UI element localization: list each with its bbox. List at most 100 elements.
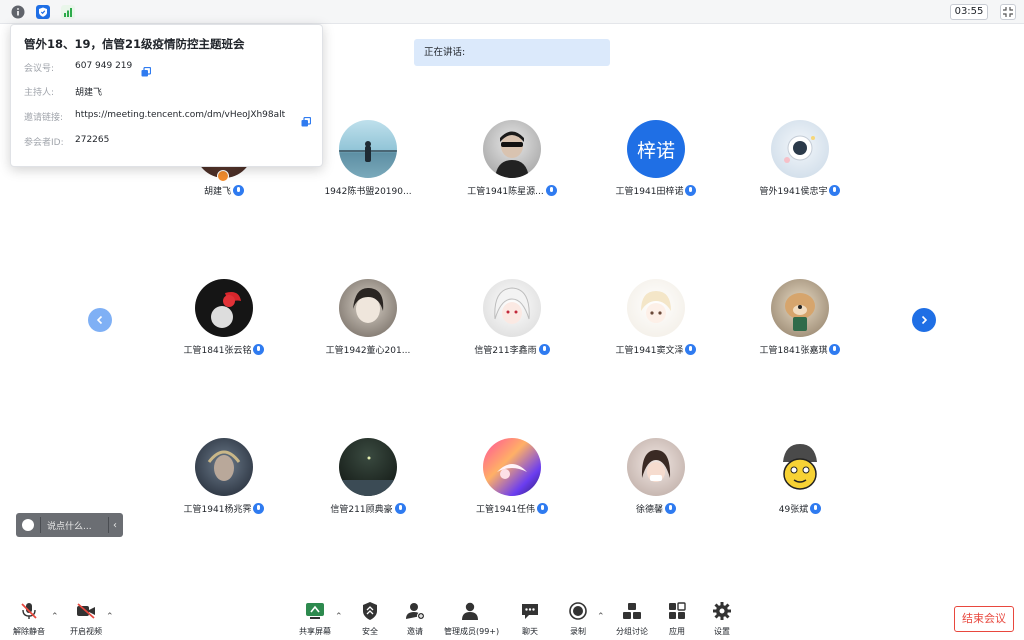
meeting-id-label: 会议号: [24, 64, 55, 74]
avatar [771, 279, 829, 337]
start-video-button[interactable]: 开启视频 [60, 602, 112, 638]
mic-icon [810, 503, 822, 514]
share-screen-button[interactable]: 共享屏幕 [289, 602, 341, 638]
meeting-title: 管外18、19，信管21级疫情防控主题班会 [24, 37, 245, 51]
participant-tile[interactable]: 管外1941侯忠宇 [735, 120, 865, 210]
signal-icon[interactable] [60, 4, 76, 20]
mic-icon [394, 503, 406, 514]
avatar [483, 279, 541, 337]
mic-icon [829, 185, 841, 196]
meeting-window: 03:55 管外18、19，信管21级疫情防控主题班会 会议号: 607 949… [0, 0, 1024, 640]
participant-tile[interactable]: 工管1942董心201... [303, 279, 433, 369]
emoji-icon[interactable] [22, 519, 34, 531]
fullscreen-exit-icon[interactable] [1000, 4, 1016, 20]
participant-tile[interactable]: 信管211李鑫雨 [447, 279, 577, 369]
shield-icon [363, 602, 377, 620]
manage-members-label: 管理成员(99+) [444, 627, 500, 636]
shield-icon[interactable] [35, 4, 51, 20]
video-options-caret[interactable]: ⌃ [106, 612, 114, 622]
participant-name: 管外1941侯忠宇 [735, 184, 865, 197]
meeting-timer: 03:55 [950, 4, 988, 20]
mic-icon [538, 344, 550, 355]
invite-link-value[interactable]: https://meeting.tencent.com/dm/vHeoJXh98… [75, 110, 285, 120]
chat-placeholder[interactable]: 说点什么... [47, 519, 102, 532]
participant-name: 1942陈书盟20190... [324, 187, 412, 197]
copy-link-icon[interactable] [301, 112, 312, 127]
participant-id-label: 参会者ID: [24, 138, 64, 148]
participant-name: 49张斌 [735, 502, 865, 515]
host-value: 胡建飞 [75, 88, 103, 98]
participant-tile[interactable]: 工管1841张嘉琪 [735, 279, 865, 369]
copy-icon[interactable] [141, 62, 152, 77]
divider [108, 517, 109, 533]
next-page-button[interactable] [912, 308, 936, 332]
share-screen-icon [306, 603, 324, 619]
avatar [771, 438, 829, 496]
chat-quick-input[interactable]: 说点什么... ‹ [16, 513, 123, 537]
mic-muted-icon [21, 603, 37, 619]
avatar [627, 438, 685, 496]
settings-button[interactable]: 设置 [696, 602, 748, 638]
avatar [483, 438, 541, 496]
start-video-label: 开启视频 [70, 627, 102, 636]
avatar [339, 279, 397, 337]
chat-icon [522, 604, 538, 619]
avatar [627, 279, 685, 337]
avatar [339, 438, 397, 496]
participant-name: 工管1941杨兆霁 [159, 502, 289, 515]
share-options-caret[interactable]: ⌃ [335, 612, 343, 622]
settings-label: 设置 [714, 627, 730, 636]
avatar-text: 梓诺 [627, 120, 685, 178]
invite-button[interactable]: 邀请 [389, 602, 441, 638]
chevron-right-icon [921, 315, 928, 325]
participant-name: 工管1841张嘉琪 [735, 343, 865, 356]
participant-name: 工管1941陈星源... [447, 184, 577, 197]
participant-tile[interactable]: 徐德馨 [591, 438, 721, 528]
bottom-toolbar: 解除静音 ⌃ 开启视频 ⌃ 共享屏幕 ⌃ 安全 邀请 管理成员(99+) 聊天 [0, 596, 1024, 640]
end-meeting-button[interactable]: 结束会议 [954, 606, 1014, 632]
mic-icon [665, 503, 676, 514]
prev-page-button[interactable] [88, 308, 112, 332]
avatar [339, 120, 397, 178]
participant-tile[interactable]: 工管1941陈星源... [447, 120, 577, 210]
divider [40, 517, 41, 533]
members-icon [462, 602, 478, 620]
mic-icon [545, 185, 557, 196]
share-screen-label: 共享屏幕 [299, 627, 331, 636]
unmute-label: 解除静音 [13, 627, 45, 636]
top-bar: 03:55 [0, 0, 1024, 24]
unmute-button[interactable]: 解除静音 [3, 602, 55, 638]
avatar [195, 279, 253, 337]
participant-tile[interactable]: 工管1941杨兆霁 [159, 438, 289, 528]
meeting-info-popover: 管外18、19，信管21级疫情防控主题班会 会议号: 607 949 219 主… [10, 24, 323, 167]
info-icon[interactable] [10, 4, 26, 20]
invite-link-label: 邀请链接: [24, 113, 64, 123]
mic-icon [536, 503, 548, 514]
participant-name: 工管1941任伟 [447, 502, 577, 515]
camera-off-icon [77, 603, 95, 619]
record-options-caret[interactable]: ⌃ [597, 612, 605, 622]
mic-icon [829, 344, 841, 355]
participant-tile[interactable]: 信管211顾典豪 [303, 438, 433, 528]
participant-tile[interactable]: 49张斌 [735, 438, 865, 528]
record-icon [569, 602, 587, 620]
participant-name: 工管1841张云铭 [159, 343, 289, 356]
meeting-id-value: 607 949 219 [75, 61, 133, 71]
avatar [483, 120, 541, 178]
participant-tile[interactable]: 梓诺 工管1941田梓诺 [591, 120, 721, 210]
participant-tile[interactable]: 工管1841张云铭 [159, 279, 289, 369]
participant-name: 信管211李鑫雨 [447, 343, 577, 356]
manage-members-button[interactable]: 管理成员(99+) [444, 602, 500, 638]
audio-options-caret[interactable]: ⌃ [51, 612, 59, 622]
host-badge-icon [217, 170, 229, 182]
collapse-arrow-icon[interactable]: ‹ [113, 520, 117, 531]
participant-id-value: 272265 [75, 135, 110, 145]
mic-icon [233, 185, 244, 196]
participant-tile[interactable]: 工管1941窦文泽 [591, 279, 721, 369]
mic-icon [685, 344, 697, 355]
add-user-icon [406, 603, 425, 620]
chat-label: 聊天 [522, 627, 538, 636]
chevron-left-icon [96, 315, 103, 325]
participant-tile[interactable]: 工管1941任伟 [447, 438, 577, 528]
chat-button[interactable]: 聊天 [504, 602, 556, 638]
